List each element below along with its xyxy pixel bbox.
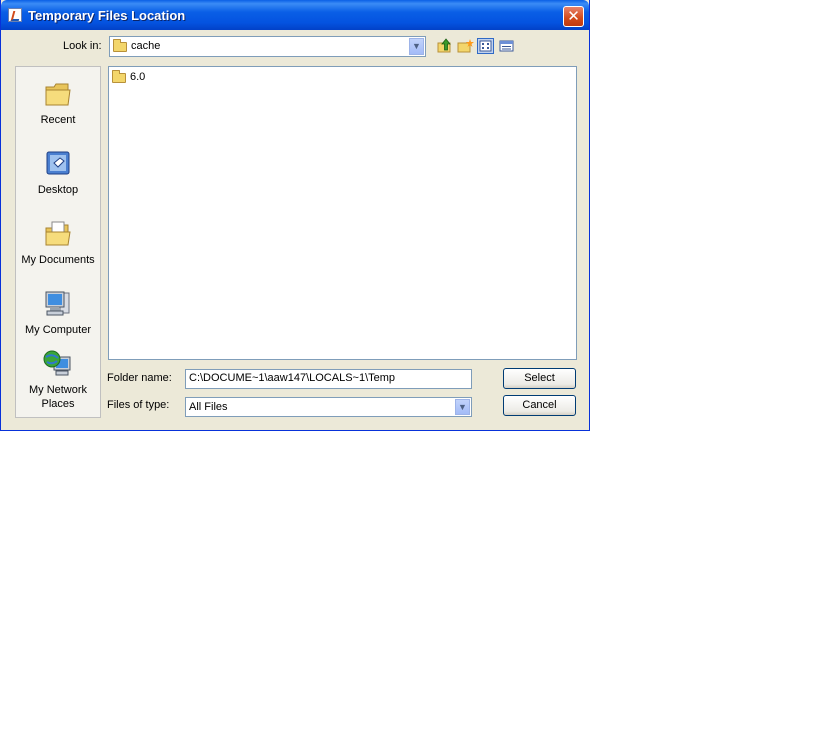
look-in-combo[interactable]: cache ▼ bbox=[109, 36, 426, 57]
my-documents-icon bbox=[42, 219, 74, 249]
place-my-documents[interactable]: My Documents bbox=[16, 219, 100, 267]
details-view-icon[interactable] bbox=[498, 38, 515, 54]
close-button[interactable]: ✕ bbox=[563, 6, 584, 27]
recent-folder-icon bbox=[42, 79, 74, 109]
look-in-label: Look in: bbox=[63, 40, 102, 52]
chevron-down-icon[interactable]: ▼ bbox=[409, 38, 424, 55]
select-button[interactable]: Select bbox=[503, 368, 576, 389]
place-recent[interactable]: Recent bbox=[16, 79, 100, 127]
files-of-type-combo[interactable]: All Files ▼ bbox=[185, 397, 472, 417]
my-computer-icon bbox=[42, 289, 74, 319]
folder-name-label: Folder name: bbox=[107, 372, 172, 384]
create-new-folder-icon[interactable] bbox=[457, 38, 474, 54]
up-one-level-icon[interactable] bbox=[437, 38, 454, 54]
file-name: 6.0 bbox=[130, 71, 146, 83]
java-app-icon bbox=[8, 8, 22, 22]
folder-name-field[interactable]: C:\DOCUME~1\aaw147\LOCALS~1\Temp bbox=[185, 369, 472, 389]
file-chooser-dialog: Temporary Files Location ✕ Look in: cach… bbox=[0, 0, 590, 431]
file-list[interactable]: 6.0 bbox=[108, 66, 577, 360]
chevron-down-icon[interactable]: ▼ bbox=[455, 399, 470, 415]
list-item[interactable]: 6.0 bbox=[112, 70, 146, 84]
place-desktop[interactable]: Desktop bbox=[16, 149, 100, 197]
window-title: Temporary Files Location bbox=[28, 8, 186, 23]
title-bar[interactable]: Temporary Files Location ✕ bbox=[1, 0, 589, 30]
cancel-button[interactable]: Cancel bbox=[503, 395, 576, 416]
files-of-type-label: Files of type: bbox=[107, 399, 170, 411]
look-in-value: cache bbox=[131, 40, 161, 52]
network-places-icon bbox=[42, 349, 74, 379]
files-of-type-value: All Files bbox=[189, 401, 228, 413]
list-view-icon[interactable] bbox=[477, 38, 494, 54]
folder-icon bbox=[112, 70, 126, 84]
place-my-network-places[interactable]: My Network Places bbox=[16, 349, 100, 411]
places-bar: Recent Desktop My Documents My Computer … bbox=[15, 66, 101, 418]
folder-icon bbox=[113, 39, 127, 53]
desktop-icon bbox=[42, 149, 74, 179]
place-my-computer[interactable]: My Computer bbox=[16, 289, 100, 337]
